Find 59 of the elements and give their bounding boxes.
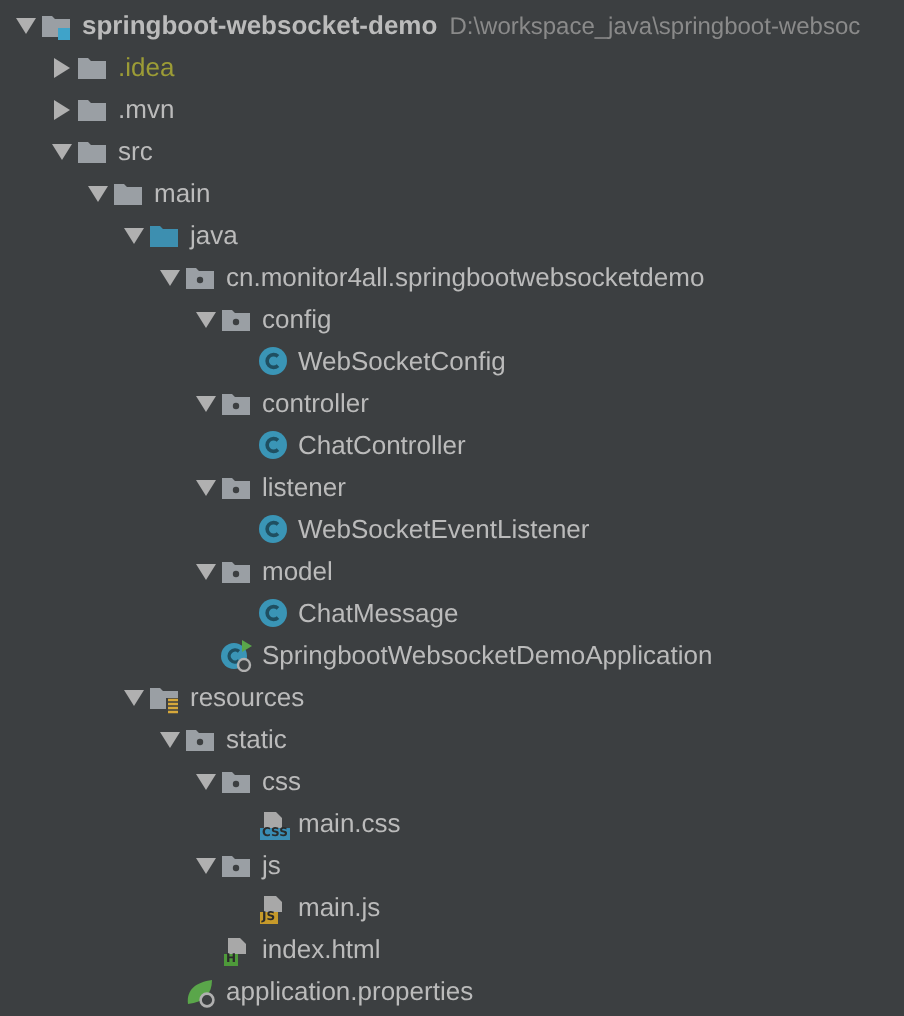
folder-icon [76, 53, 108, 81]
collapse-arrow-icon[interactable] [160, 267, 180, 287]
class-icon [257, 514, 287, 544]
collapse-arrow-icon[interactable] [196, 855, 216, 875]
tree-item-label[interactable]: springboot-websocket-demo [82, 10, 438, 40]
tree-item-label[interactable]: listener [262, 472, 346, 502]
tree-item-label[interactable]: ChatMessage [298, 598, 459, 628]
tree-item-label[interactable]: index.html [262, 934, 381, 964]
tree-item-label[interactable]: config [262, 304, 332, 334]
collapse-arrow-icon[interactable] [88, 183, 108, 203]
collapse-arrow-icon[interactable] [124, 225, 144, 245]
tree-item-label[interactable]: java [190, 220, 238, 250]
collapse-arrow-icon[interactable] [196, 771, 216, 791]
collapse-arrow-icon[interactable] [124, 687, 144, 707]
tree-item-label[interactable]: model [262, 556, 333, 586]
project-path: D:\workspace_java\springboot-websoc [449, 11, 861, 39]
tree-item-label[interactable]: SpringbootWebsocketDemoApplication [262, 640, 713, 670]
package-folder-icon [220, 851, 252, 879]
collapse-arrow-icon[interactable] [196, 309, 216, 329]
expand-arrow-icon[interactable] [52, 99, 72, 119]
class-icon [257, 598, 287, 628]
tree-item-label[interactable]: ChatController [298, 430, 466, 460]
tree-item-label[interactable]: controller [262, 388, 369, 418]
tree-item-label[interactable]: .idea [118, 52, 175, 82]
runnable-class-icon [220, 639, 252, 671]
tree-item-label[interactable]: cn.monitor4all.springbootwebsocketdemo [226, 262, 705, 292]
tree-item-label[interactable]: WebSocketEventListener [298, 514, 590, 544]
tree-item-label[interactable]: css [262, 766, 301, 796]
tree-item-label[interactable]: main.js [298, 892, 381, 922]
tree-item-label[interactable]: resources [190, 682, 305, 712]
tree-item-label[interactable]: js [262, 850, 281, 880]
folder-icon [148, 221, 180, 249]
tree-item-label[interactable]: main [154, 178, 211, 208]
package-folder-icon [220, 557, 252, 585]
collapse-arrow-icon[interactable] [196, 561, 216, 581]
collapse-arrow-icon[interactable] [52, 141, 72, 161]
tree-item-label[interactable]: application.properties [226, 976, 474, 1006]
folder-icon [76, 95, 108, 123]
package-folder-icon [220, 767, 252, 795]
package-folder-icon [220, 305, 252, 333]
class-icon [257, 346, 287, 376]
collapse-arrow-icon[interactable] [16, 15, 36, 35]
package-folder-icon [184, 263, 216, 291]
tree-item-label[interactable]: .mvn [118, 94, 175, 124]
package-folder-icon [184, 725, 216, 753]
package-folder-icon [220, 389, 252, 417]
collapse-arrow-icon[interactable] [196, 477, 216, 497]
package-folder-icon [220, 473, 252, 501]
folder-icon [112, 179, 144, 207]
collapse-arrow-icon[interactable] [160, 729, 180, 749]
collapse-arrow-icon[interactable] [196, 393, 216, 413]
class-icon [257, 430, 287, 460]
tree-item-label[interactable]: src [118, 136, 153, 166]
tree-item-label[interactable]: main.css [298, 808, 401, 838]
spring-leaf-icon [184, 975, 216, 1007]
folder-icon [76, 137, 108, 165]
tree-item-label[interactable]: static [226, 724, 287, 754]
expand-arrow-icon[interactable] [52, 57, 72, 77]
tree-item-label[interactable]: WebSocketConfig [298, 346, 506, 376]
